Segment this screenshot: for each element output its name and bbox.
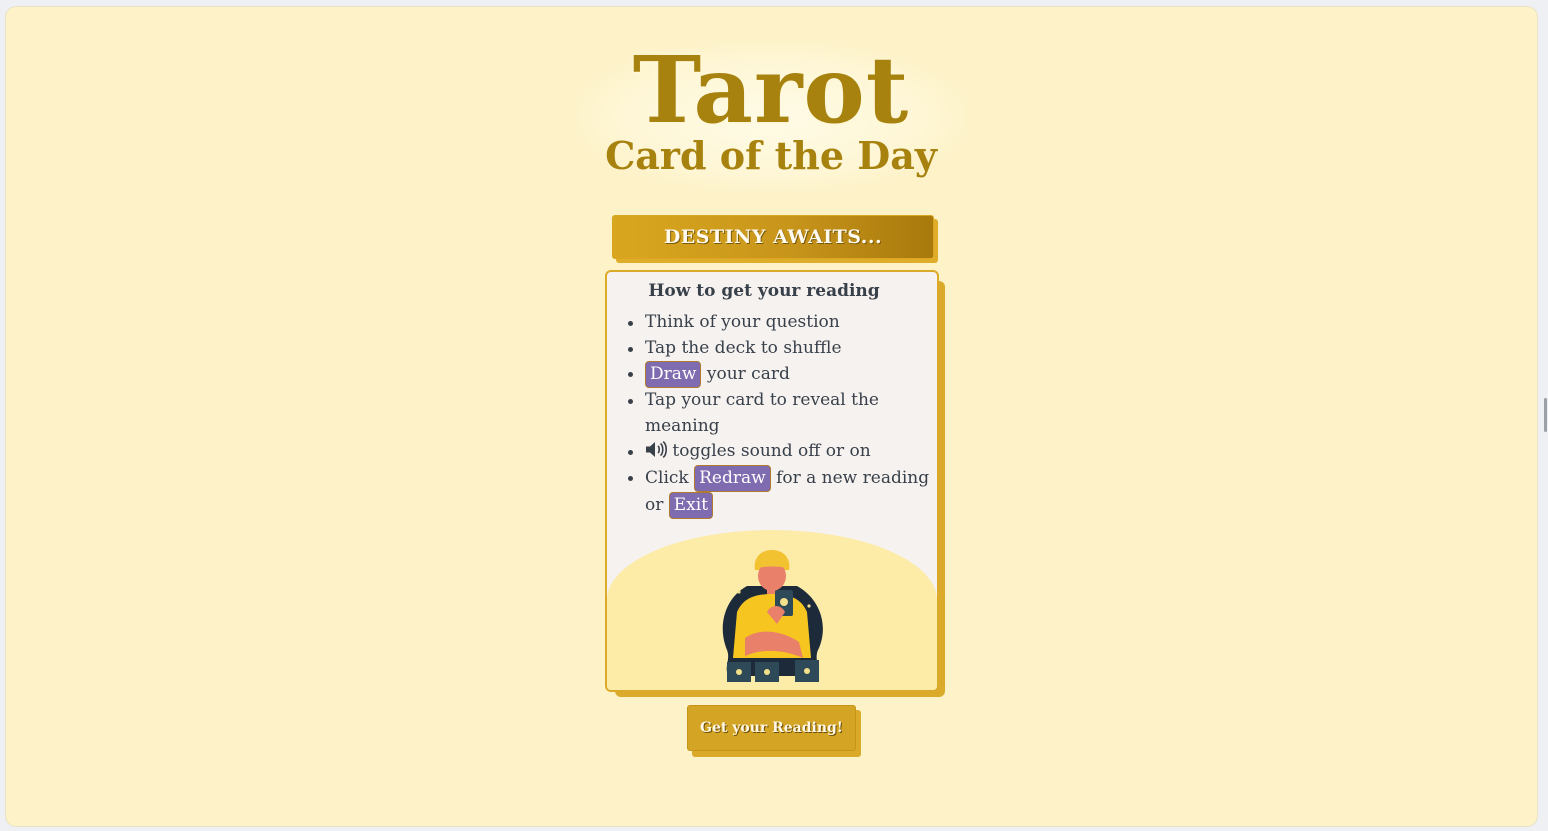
step-reveal-text: Tap your card to reveal the meaning (645, 390, 879, 436)
step-think-text: Think of your question (645, 312, 840, 332)
list-item: Draw your card (628, 361, 935, 389)
banner-text: DESTINY AWAITS... (663, 226, 883, 248)
list-item: toggles sound off or on (628, 439, 935, 465)
exit-badge: Exit (668, 491, 714, 519)
get-reading-button[interactable]: Get your Reading! (687, 705, 856, 751)
list-item: Click Redraw for a new reading or Exit (628, 464, 935, 519)
draw-badge: Draw (645, 361, 702, 389)
step-sound-text: toggles sound off or on (667, 441, 871, 462)
app-logo: Tarot Card of the Day (575, 42, 967, 192)
speaker-volume-icon (646, 441, 667, 459)
fortune-teller-illustration (722, 550, 823, 682)
step-click-text: Click (645, 467, 695, 488)
redraw-badge: Redraw (694, 464, 771, 492)
list-item: Tap your card to reveal the meaning (628, 388, 935, 439)
instructions-list: Think of your question Tap the deck to s… (628, 310, 935, 519)
logo-subtitle: Card of the Day (605, 133, 937, 178)
step-draw-text: your card (701, 364, 790, 385)
instructions-card: How to get your reading Think of your qu… (605, 270, 939, 692)
list-item: Think of your question (628, 310, 935, 336)
scrollbar-thumb[interactable] (1544, 398, 1547, 432)
destiny-banner: DESTINY AWAITS... (612, 215, 934, 259)
list-item: Tap the deck to shuffle (628, 336, 935, 362)
logo-title: Tarot (632, 36, 910, 144)
instructions-title: How to get your reading (648, 281, 880, 301)
step-shuffle-text: Tap the deck to shuffle (645, 337, 842, 358)
